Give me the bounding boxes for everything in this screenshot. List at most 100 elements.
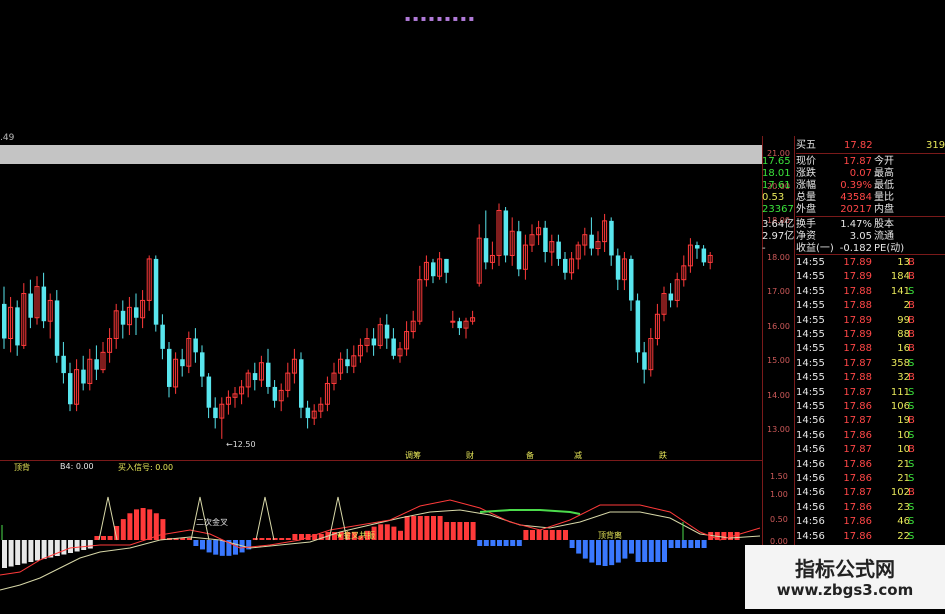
histogram-bar [431,516,436,540]
stat-value: 1.47% [840,219,872,230]
tick-row[interactable]: 14:55 17.88 141 S [762,286,945,298]
quote-divider-3 [796,254,945,255]
stat-label: 股本 [874,219,894,230]
tick-price: 17.86 [843,501,872,513]
histogram-bar [61,540,67,555]
tick-row[interactable]: 14:55 17.88 16 B [762,343,945,355]
annotation-divergence: 顶背离 [598,531,622,540]
stat-row[interactable]: 现价 17.87 今开 17.65 [762,156,945,168]
tick-row[interactable]: 14:55 17.89 184 B [762,271,945,283]
histogram-bar [160,519,166,540]
tick-price: 17.86 [843,458,872,470]
stat-value: 17.61 [762,180,791,191]
stat-label: 现价 [796,156,816,167]
tick-row[interactable]: 14:55 17.86 106 S [762,401,945,413]
histogram-bar [675,540,681,548]
histogram-bar [503,540,509,546]
tick-time: 14:55 [796,257,825,268]
stat-label: 今开 [874,156,894,167]
tick-row[interactable]: 14:56 17.86 46 S [762,516,945,528]
stat-value: 3.05 [849,231,872,242]
histogram-bar [681,540,687,548]
histogram-bar [193,540,199,546]
tick-row[interactable]: 14:55 17.89 13 B [762,257,945,269]
stat-value: 43584 [840,192,872,203]
stat-value: 0.53 [762,192,785,203]
tick-row[interactable]: 14:55 17.89 88 B [762,329,945,341]
tick-price: 17.86 [843,429,872,441]
tick-side: S [908,429,915,441]
stat-label: 涨幅 [796,180,816,191]
quote-top-row[interactable]: 买五 17.82 319 [762,140,945,152]
histogram-bar [530,530,535,540]
stat-row[interactable]: 总量 43584 量比 0.53 [762,192,945,204]
stat-row[interactable]: 换手 1.47% 股本 3.64亿 [762,219,945,231]
tick-time: 14:55 [796,343,825,355]
tick-side: B [908,415,915,427]
tick-row[interactable]: 14:56 17.86 22 S [762,531,945,543]
tick-row[interactable]: 14:56 17.87 102 B [762,487,945,499]
tick-price: 17.88 [843,372,872,384]
tick-row[interactable]: 14:55 17.88 2 B [762,300,945,312]
histogram-bar [81,540,87,550]
stat-label: 换手 [796,219,816,230]
tick-time: 14:56 [796,444,825,456]
indicator-chart[interactable] [0,0,762,609]
tick-row[interactable]: 14:55 17.87 111 S [762,387,945,399]
histogram-bar [734,532,740,540]
stat-row[interactable]: 涨幅 0.39% 最低 17.61 [762,180,945,192]
histogram-bar [15,540,21,565]
tick-price: 17.86 [843,473,872,484]
histogram-bar [490,540,496,546]
histogram-bar [629,540,634,554]
stat-row[interactable]: 外盘 20217 内盘 23367 [762,204,945,216]
tick-price: 17.86 [843,401,872,412]
stat-label: 最高 [874,168,894,179]
stat-value: 3.64亿 [762,219,795,230]
stat-row[interactable]: 净资 3.05 流通 2.97亿 [762,231,945,243]
tick-time: 14:56 [796,530,825,542]
tick-row[interactable]: 14:56 17.86 23 S [762,502,945,514]
stat-row[interactable]: 涨跌 0.07 最高 18.01 [762,168,945,180]
tick-time: 14:56 [796,458,825,470]
tick-time: 14:56 [796,487,825,499]
histogram-bar [695,540,700,548]
histogram-bar [378,524,384,540]
tick-row[interactable]: 14:55 17.88 32 B [762,372,945,384]
stat-label: 流通 [874,231,894,242]
histogram-bar [437,516,443,540]
tick-side: S [908,473,915,484]
quote-divider-2 [796,216,945,217]
tick-row[interactable]: 14:55 17.87 358 S [762,358,945,370]
stat-value: 0.39% [840,180,872,191]
histogram-bar [219,540,225,556]
histogram-bar [602,540,608,566]
tick-row[interactable]: 14:56 17.86 21 S [762,459,945,471]
histogram-bar [74,540,80,552]
tick-row[interactable]: 14:55 17.89 99 B [762,315,945,327]
histogram-bar [384,524,390,540]
histogram-bar [120,519,126,540]
histogram-bar [662,540,667,562]
tick-price: 17.88 [843,285,872,297]
tick-side: B [908,314,915,326]
tick-row[interactable]: 14:56 17.87 19 B [762,415,945,427]
tick-time: 14:55 [796,329,825,340]
tick-time: 14:56 [796,429,825,441]
tick-time: 14:55 [796,401,825,412]
tick-side: S [908,458,915,470]
histogram-bar [655,540,661,562]
tick-row[interactable]: 14:56 17.86 21 S [762,473,945,485]
top-row-volume: 319 [926,140,945,151]
tick-side: B [908,257,915,268]
histogram-bar [41,540,47,559]
tick-side: B [908,487,915,499]
tick-price: 17.87 [843,357,872,369]
tick-row[interactable]: 14:56 17.87 10 B [762,444,945,456]
tick-price: 17.87 [843,487,872,499]
tick-row[interactable]: 14:56 17.86 10 S [762,430,945,442]
tick-side: S [908,386,915,398]
peak-marker [255,496,275,541]
stat-value: 18.01 [762,168,791,179]
stock-terminal: ▪ ▪ ▪ ▪ ▪ ▪ ▪ ▪ ▪ .49 21.00 20.00 18.00 18.… [0,0,945,609]
